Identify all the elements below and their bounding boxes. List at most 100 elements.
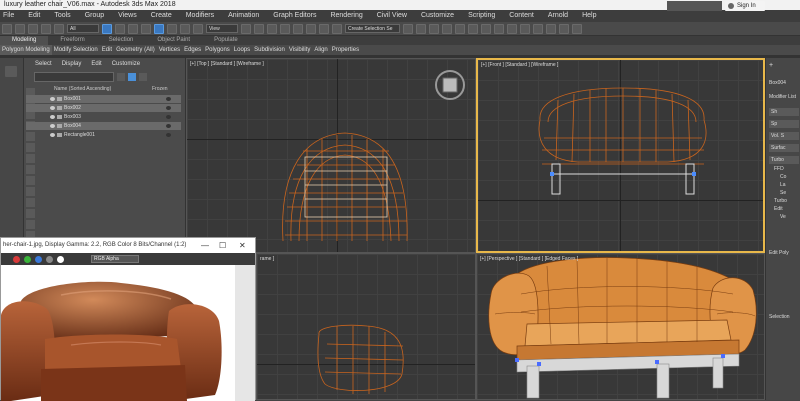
- viewport-left[interactable]: rame ]: [256, 253, 476, 400]
- viewport-label[interactable]: [+] [Top ] [Standard ] [Wireframe ]: [190, 61, 264, 67]
- display-groups-icon[interactable]: [26, 154, 35, 163]
- close-icon[interactable]: ✕: [239, 238, 246, 253]
- menu-item-civil-view[interactable]: Civil View: [370, 10, 414, 22]
- explorer-row[interactable]: Box002: [26, 104, 181, 112]
- display-all-icon[interactable]: [26, 220, 35, 229]
- modifier-stack-item[interactable]: FFD: [774, 166, 784, 172]
- modifier-stack-item[interactable]: Turbo: [774, 198, 787, 204]
- display-xrefs-icon[interactable]: [26, 165, 35, 174]
- explorer-row[interactable]: Rectangle001: [26, 131, 181, 139]
- mirror-icon[interactable]: [403, 23, 413, 34]
- select-by-name-icon[interactable]: [115, 23, 125, 34]
- frozen-column-header[interactable]: Frozen: [152, 86, 168, 92]
- explorer-row[interactable]: Box004: [26, 122, 181, 130]
- select-and-manipulate-icon[interactable]: [254, 23, 264, 34]
- viewport-top[interactable]: [+] [Top ] [Standard ] [Wireframe ]: [186, 58, 476, 253]
- rectangular-selection-icon[interactable]: [128, 23, 138, 34]
- visibility-eye-icon[interactable]: [50, 97, 55, 101]
- viewcube-icon[interactable]: [432, 67, 468, 103]
- modifier-list-dropdown[interactable]: Modifier List: [769, 94, 796, 100]
- modifier-stack-item[interactable]: Edit: [774, 206, 783, 212]
- menu-item-content[interactable]: Content: [502, 10, 541, 22]
- channel-toggle-icon[interactable]: [57, 256, 64, 263]
- ribbon-tab-object-paint[interactable]: Object Paint: [145, 36, 202, 45]
- modifier-shortcut-button[interactable]: Surfac: [769, 144, 799, 152]
- menu-item-graph-editors[interactable]: Graph Editors: [266, 10, 323, 22]
- unlink-icon[interactable]: [41, 23, 51, 34]
- visibility-eye-icon[interactable]: [50, 133, 55, 137]
- explorer-row[interactable]: Box001: [26, 95, 181, 103]
- selection-filter-dropdown[interactable]: All: [67, 24, 99, 33]
- named-selection-dropdown[interactable]: Create Selection Se: [345, 24, 400, 33]
- image-viewer-scrollbar[interactable]: [235, 265, 255, 401]
- scale-icon[interactable]: [180, 23, 190, 34]
- ribbon-tab-selection[interactable]: Selection: [97, 36, 146, 45]
- layout-tab-icon[interactable]: [5, 66, 17, 77]
- channel-toggle-icon[interactable]: [13, 256, 20, 263]
- layer-explorer-icon[interactable]: [442, 23, 452, 34]
- modifier-stack-item[interactable]: La: [780, 182, 786, 188]
- maximize-icon[interactable]: ☐: [219, 238, 226, 253]
- ribbon-subtab-polygons[interactable]: Polygons: [203, 45, 232, 55]
- visibility-eye-icon[interactable]: [50, 124, 55, 128]
- menu-item-edit[interactable]: Edit: [21, 10, 47, 22]
- percent-snap-icon[interactable]: [306, 23, 316, 34]
- menu-item-help[interactable]: Help: [575, 10, 603, 22]
- ribbon-tab-populate[interactable]: Populate: [202, 36, 250, 45]
- rendered-frame-window-icon[interactable]: [520, 23, 530, 34]
- find-input[interactable]: [34, 72, 114, 82]
- ribbon-subtab-properties[interactable]: Properties: [330, 45, 361, 55]
- channel-toggle-icon[interactable]: [46, 256, 53, 263]
- link-icon[interactable]: [28, 23, 38, 34]
- pivot-icon[interactable]: [241, 23, 251, 34]
- explorer-row[interactable]: Box003: [26, 113, 181, 121]
- filter-icon[interactable]: [117, 73, 125, 81]
- menu-item-animation[interactable]: Animation: [221, 10, 266, 22]
- ribbon-subtab-edit[interactable]: Edit: [100, 45, 114, 55]
- explorer-menu-edit[interactable]: Edit: [86, 58, 106, 70]
- material-editor-icon[interactable]: [494, 23, 504, 34]
- modifier-shortcut-button[interactable]: Sh: [769, 108, 799, 116]
- reference-coordinate-dropdown[interactable]: View: [206, 24, 238, 33]
- select-object-icon[interactable]: [102, 23, 112, 34]
- ribbon-subtab-subdivision[interactable]: Subdivision: [252, 45, 287, 55]
- modifier-stack-item[interactable]: Se: [780, 190, 786, 196]
- display-containers-icon[interactable]: [26, 187, 35, 196]
- ribbon-subtab-polygon-modeling[interactable]: Polygon Modeling: [0, 45, 52, 55]
- frozen-toggle-icon[interactable]: [166, 106, 171, 110]
- render-setup-icon[interactable]: [507, 23, 517, 34]
- channel-dropdown[interactable]: RGB Alpha: [91, 255, 139, 263]
- options-icon[interactable]: [139, 73, 147, 81]
- render-production-icon[interactable]: [533, 23, 543, 34]
- workspace-search[interactable]: [667, 1, 722, 11]
- menu-item-customize[interactable]: Customize: [414, 10, 461, 22]
- angle-snap-icon[interactable]: [293, 23, 303, 34]
- modifier-shortcut-button[interactable]: Sp: [769, 120, 799, 128]
- ribbon-subtab-align[interactable]: Align: [312, 45, 329, 55]
- render-iterative-icon[interactable]: [546, 23, 556, 34]
- window-crossing-icon[interactable]: [141, 23, 151, 34]
- open-gallery-icon[interactable]: [572, 23, 582, 34]
- viewport-label[interactable]: [+] [Perspective ] [Standard ] [Edged Fa…: [480, 256, 578, 262]
- ribbon-subtab-geometry-all-[interactable]: Geometry (All): [114, 45, 157, 55]
- name-column-header[interactable]: Name (Sorted Ascending): [54, 86, 111, 92]
- move-icon[interactable]: [154, 23, 164, 34]
- explorer-menu-select[interactable]: Select: [30, 58, 57, 70]
- ribbon-tab-modeling[interactable]: Modeling: [0, 36, 49, 45]
- rotate-icon[interactable]: [167, 23, 177, 34]
- bind-space-warp-icon[interactable]: [54, 23, 64, 34]
- align-icon[interactable]: [416, 23, 426, 34]
- select-filter-icon[interactable]: [128, 73, 136, 81]
- display-hidden-icon[interactable]: [26, 209, 35, 218]
- object-name-field[interactable]: Box004: [769, 80, 786, 86]
- viewport-front[interactable]: [+] [Front ] [Standard ] [Wireframe ]: [476, 58, 765, 253]
- menu-item-scripting[interactable]: Scripting: [461, 10, 502, 22]
- viewport-perspective[interactable]: [+] [Perspective ] [Standard ] [Edged Fa…: [476, 253, 765, 400]
- create-tab-icon[interactable]: +: [769, 62, 773, 69]
- menu-item-tools[interactable]: Tools: [47, 10, 77, 22]
- ribbon-tab-freeform[interactable]: Freeform: [48, 36, 96, 45]
- display-space-warps-icon[interactable]: [26, 143, 35, 152]
- ribbon-subtab-edges[interactable]: Edges: [182, 45, 203, 55]
- minimize-icon[interactable]: —: [201, 238, 209, 253]
- schematic-view-icon[interactable]: [481, 23, 491, 34]
